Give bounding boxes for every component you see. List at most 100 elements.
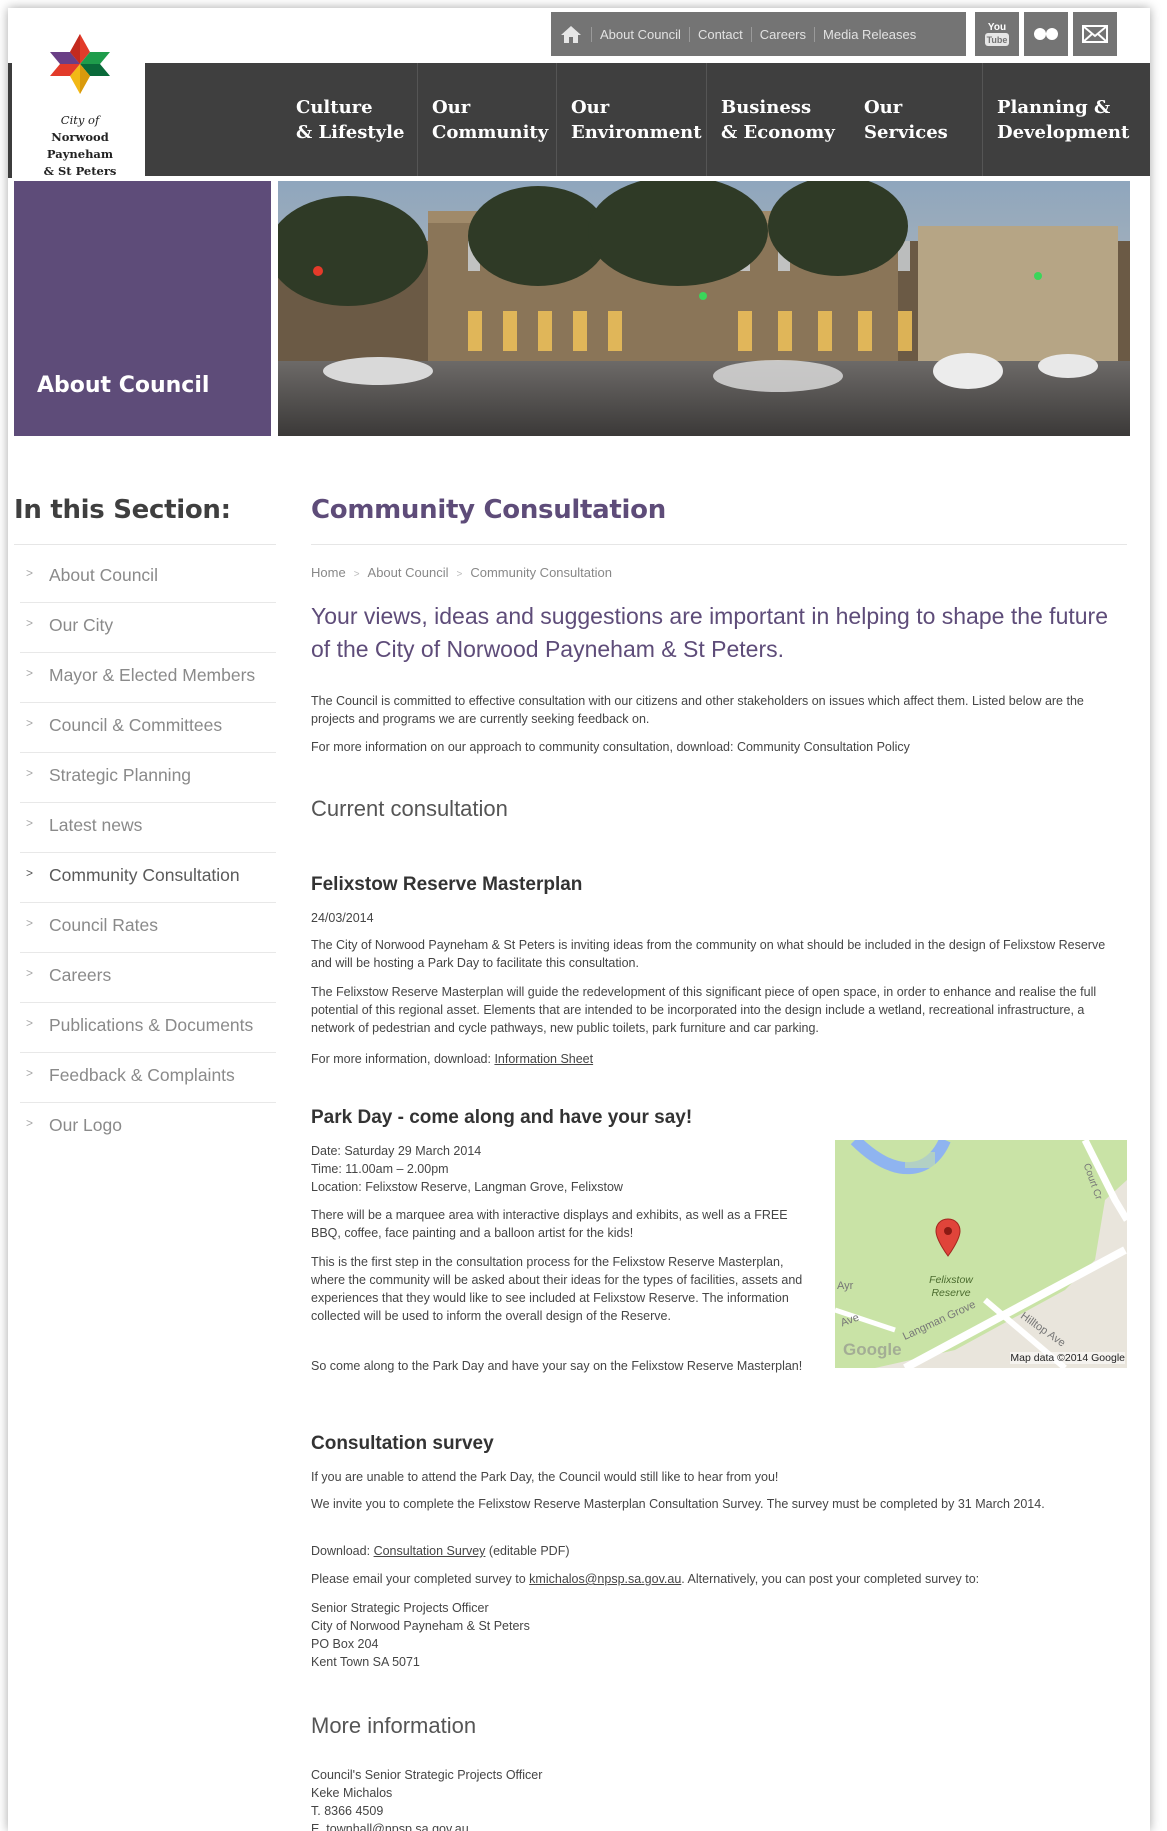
policy-link[interactable]: Community Consultation Policy — [737, 740, 910, 754]
survey-email: Please email your completed survey to km… — [311, 1570, 1123, 1588]
nav-label: Business & Economy — [721, 96, 835, 143]
address-line: Kent Town SA 5071 — [311, 1655, 420, 1669]
contact-email-link[interactable]: townhall@npsp.sa.gov.au — [326, 1822, 468, 1831]
contact-line: Keke Michalos — [311, 1786, 393, 1800]
utility-link-about-council[interactable]: About Council — [591, 26, 689, 42]
survey-download-suffix: (editable PDF) — [488, 1544, 570, 1558]
policy-paragraph: For more information on our approach to … — [311, 738, 1119, 756]
nav-divider — [417, 63, 418, 176]
sidebar-item-community-consultation[interactable]: > Community Consultation — [20, 853, 276, 903]
logo-line: Payneham — [46, 147, 114, 161]
felixstow-heading: Felixstow Reserve Masterplan — [311, 874, 583, 895]
nav-label: Our Environment — [571, 96, 702, 143]
flickr-link[interactable] — [1024, 12, 1068, 56]
utility-link-careers[interactable]: Careers — [750, 26, 814, 42]
breadcrumb-current: Community Consultation — [470, 565, 612, 580]
nav-our-services[interactable]: Our Services — [864, 63, 948, 176]
chevron-right-icon: > — [26, 966, 34, 980]
chevron-right-icon: > — [26, 816, 34, 830]
nav-culture-lifestyle[interactable]: Culture & Lifestyle — [296, 63, 404, 176]
consultation-survey-link[interactable]: Consultation Survey — [374, 1544, 486, 1558]
breadcrumb-separator-icon: > — [353, 569, 360, 580]
sidebar-item-feedback-complaints[interactable]: > Feedback & Complaints — [20, 1053, 276, 1103]
chevron-right-icon: > — [26, 566, 34, 580]
sidebar-item-label: Our City — [49, 615, 114, 635]
council-logo-text: City of Norwood Payneham & St Peters — [20, 112, 140, 180]
contact-email-prefix: E. — [311, 1822, 323, 1831]
park-day-time: Time: 11.00am – 2.00pm — [311, 1162, 449, 1176]
email-link[interactable] — [1073, 12, 1117, 56]
utility-link-contact[interactable]: Contact — [688, 26, 751, 42]
park-day-paragraph-1: There will be a marquee area with intera… — [311, 1208, 788, 1240]
sidebar-item-label: Mayor & Elected Members — [49, 665, 256, 685]
survey-download: Download: Consultation Survey (editable … — [311, 1542, 1119, 1560]
address-line: City of Norwood Payneham & St Peters — [311, 1619, 530, 1633]
sidebar-item-latest-news[interactable]: > Latest news — [20, 803, 276, 853]
sidebar-item-careers[interactable]: > Careers — [20, 953, 276, 1003]
sidebar-item-publications-documents[interactable]: > Publications & Documents — [20, 1003, 276, 1053]
sidebar-item-strategic-planning[interactable]: > Strategic Planning — [20, 753, 276, 803]
nav-business-economy[interactable]: Business & Economy — [721, 63, 835, 176]
sidebar-item-label: Publications & Documents — [49, 1015, 254, 1035]
home-icon — [561, 26, 581, 43]
current-consultation-heading: Current consultation — [311, 796, 508, 821]
flickr-icon — [1034, 28, 1058, 40]
utility-link-media-releases[interactable]: Media Releases — [814, 26, 924, 42]
postal-address: Senior Strategic Projects Officer City o… — [311, 1599, 530, 1671]
breadcrumb: Home > About Council > Community Consultatio… — [311, 565, 612, 580]
sidebar-item-about-council[interactable]: > About Council — [20, 553, 276, 603]
contact-details: Council's Senior Strategic Projects Offi… — [311, 1766, 542, 1831]
sidebar-item-council-committees[interactable]: > Council & Committees — [20, 703, 276, 753]
breadcrumb-home[interactable]: Home — [311, 565, 346, 580]
breadcrumb-about-council[interactable]: About Council — [368, 565, 449, 580]
title-divider — [311, 544, 1127, 545]
contact-email-line: E. townhall@npsp.sa.gov.au — [311, 1820, 542, 1831]
survey-paragraph-2: We invite you to complete the Felixstow … — [311, 1497, 1045, 1511]
map-place-label-line: Reserve — [931, 1287, 971, 1299]
svg-text:You: You — [988, 22, 1006, 33]
sidebar-item-our-city[interactable]: > Our City — [20, 603, 276, 653]
address-line: Senior Strategic Projects Officer — [311, 1601, 489, 1615]
felixstow-paragraph-2: The Felixstow Reserve Masterplan will gu… — [311, 985, 1097, 1035]
utility-bar: About Council Contact Careers Media Rele… — [551, 12, 966, 56]
sidebar-item-label: Council & Committees — [49, 715, 223, 735]
location-map[interactable]: Felixstow Reserve Langman Grove Hilltop … — [835, 1140, 1127, 1368]
logo-line: & St Peters — [43, 164, 117, 178]
chevron-right-icon: > — [26, 716, 34, 730]
left-accent-bar — [8, 63, 12, 178]
park-day-date: Date: Saturday 29 March 2014 — [311, 1144, 482, 1158]
park-day-paragraph-3: So come along to the Park Day and have y… — [311, 1359, 803, 1373]
felixstow-paragraph-1: The City of Norwood Payneham & St Peters… — [311, 938, 1106, 970]
information-sheet-link[interactable]: Information Sheet — [494, 1052, 593, 1066]
sidebar-item-label: Our Logo — [49, 1115, 122, 1135]
intro-paragraph: The Council is committed to effective co… — [311, 694, 1084, 726]
lead-paragraph: Your views, ideas and suggestions are im… — [311, 603, 1108, 662]
survey-download-prefix: Download: — [311, 1544, 371, 1558]
council-logo[interactable]: City of Norwood Payneham & St Peters — [20, 28, 140, 178]
svg-text:Tube: Tube — [987, 35, 1008, 45]
sidebar-item-mayor-elected-members[interactable]: > Mayor & Elected Members — [20, 653, 276, 703]
survey-heading: Consultation survey — [311, 1433, 494, 1454]
section-divider — [14, 544, 276, 545]
nav-our-community[interactable]: Our Community — [432, 63, 548, 176]
youtube-link[interactable]: You Tube — [975, 12, 1019, 56]
nav-label: Our Services — [864, 96, 948, 143]
sidebar-item-label: Community Consultation — [49, 865, 240, 885]
nav-divider — [706, 63, 707, 176]
email-icon — [1082, 25, 1108, 43]
nav-planning-development[interactable]: Planning & Development — [997, 63, 1129, 176]
nav-our-environment[interactable]: Our Environment — [571, 63, 702, 176]
sidebar-item-label: Feedback & Complaints — [49, 1065, 235, 1085]
survey-email-link[interactable]: kmichalos@npsp.sa.gov.au — [529, 1572, 681, 1586]
sidebar-item-label: Strategic Planning — [49, 765, 192, 785]
home-link[interactable] — [551, 12, 591, 56]
sidebar-item-label: Latest news — [49, 815, 143, 835]
chevron-right-icon: > — [26, 766, 34, 780]
felixstow-date: 24/03/2014 — [311, 911, 374, 925]
contact-line: Council's Senior Strategic Projects Offi… — [311, 1768, 543, 1782]
banner-title: About Council — [37, 373, 210, 398]
contact-line: T. 8366 4509 — [311, 1804, 384, 1818]
chevron-right-icon: > — [26, 666, 34, 680]
sidebar-item-council-rates[interactable]: > Council Rates — [20, 903, 276, 953]
sidebar-item-our-logo[interactable]: > Our Logo — [20, 1103, 276, 1152]
